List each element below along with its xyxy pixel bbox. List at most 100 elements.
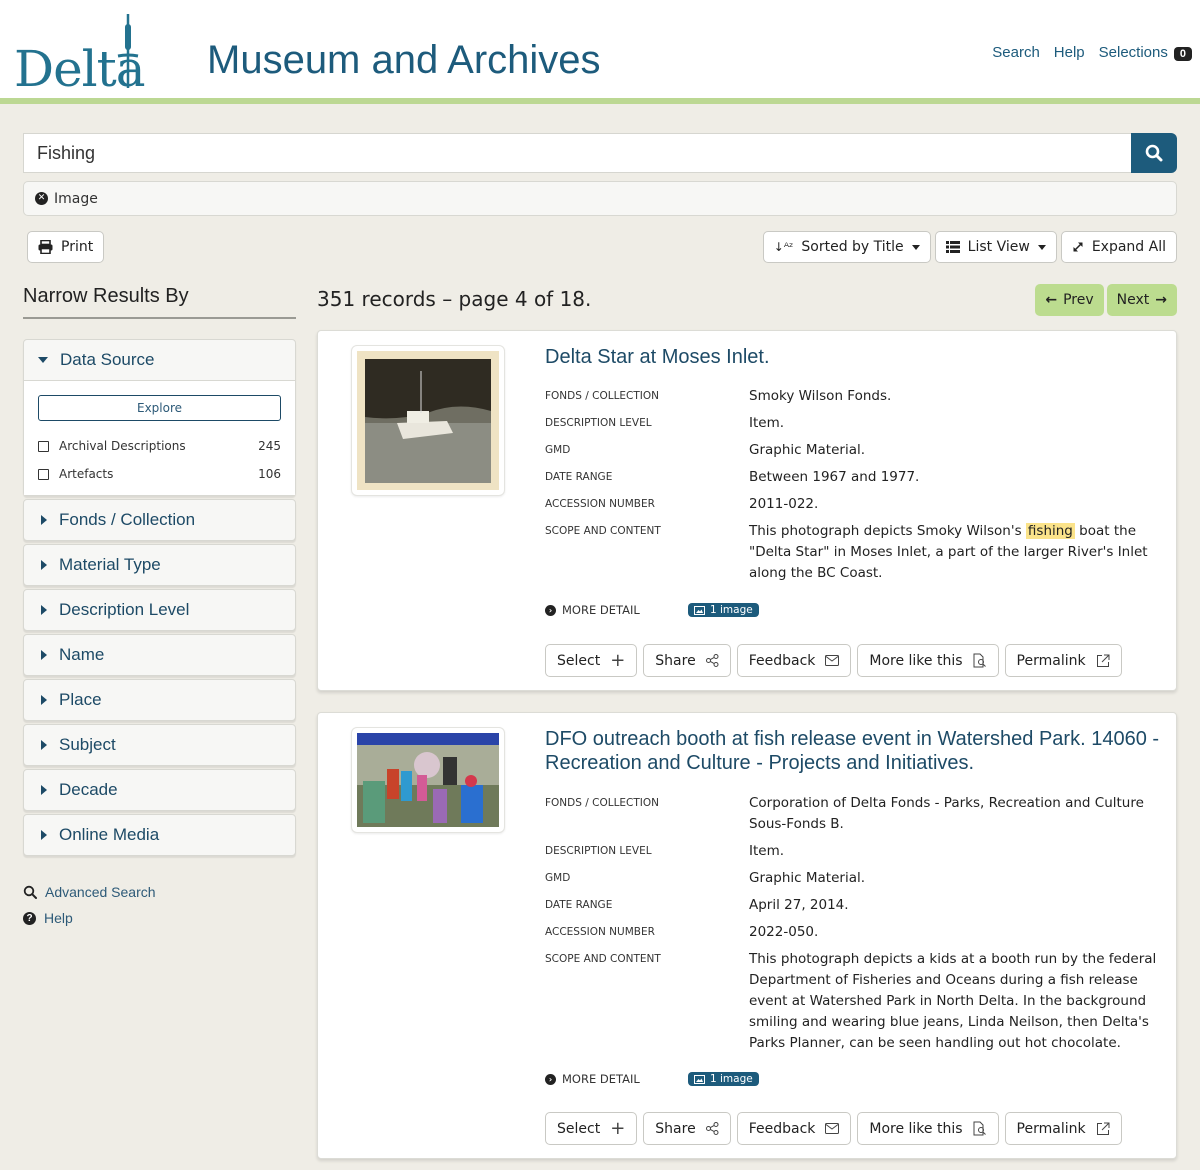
filter-chip-label: Image	[54, 190, 98, 207]
help-label: Help	[44, 910, 73, 926]
more-like-this-label: More like this	[869, 1120, 963, 1137]
record-field: GMD Graphic Material.	[545, 440, 1165, 461]
cattail-icon	[117, 14, 139, 88]
print-button[interactable]: Print	[27, 231, 105, 263]
feedback-button[interactable]: Feedback	[736, 644, 852, 677]
chevron-circle-right-icon: ›	[545, 604, 556, 616]
advanced-search-label: Advanced Search	[45, 884, 156, 900]
media-count-badge[interactable]: 1 image	[688, 603, 759, 617]
facet-option[interactable]: Artefacts 106	[38, 467, 281, 481]
facet-option-label: Artefacts	[59, 467, 114, 481]
advanced-search-link[interactable]: Advanced Search	[23, 884, 296, 900]
delta-logo[interactable]: Delta	[14, 14, 154, 98]
facet-toggle[interactable]: Subject	[24, 725, 295, 765]
search-input[interactable]	[23, 133, 1131, 173]
search-icon	[23, 885, 37, 899]
permalink-button[interactable]: Permalink	[1004, 644, 1122, 677]
media-count-label: 1 image	[710, 604, 753, 616]
record-field: Fonds / Collection Smoky Wilson Fonds.	[545, 386, 1165, 407]
media-count-badge[interactable]: 1 image	[688, 1072, 759, 1086]
facet-fonds-collection: Fonds / Collection	[23, 499, 296, 541]
record-fields: Fonds / Collection Smoky Wilson Fonds. De…	[545, 386, 1165, 590]
facet-toggle[interactable]: Name	[24, 635, 295, 675]
expand-all-button[interactable]: Expand All	[1060, 231, 1177, 263]
field-value: Between 1967 and 1977.	[749, 469, 920, 485]
facet-data-source: Data Source Explore Archival Description…	[23, 339, 296, 496]
envelope-icon	[825, 655, 840, 666]
facet-toggle[interactable]: Online Media	[24, 815, 295, 855]
field-value: 2022-050.	[749, 924, 819, 940]
prev-label: Prev	[1063, 292, 1094, 308]
record-title-link[interactable]: DFO outreach booth at fish release event…	[545, 727, 1165, 775]
field-value: This photograph depicts Smoky Wilson's f…	[749, 521, 1165, 584]
share-button[interactable]: Share	[643, 644, 731, 677]
field-label: GMD	[545, 872, 571, 884]
result-record: DFO outreach booth at fish release event…	[317, 712, 1177, 1159]
next-page-button[interactable]: Next →	[1106, 284, 1177, 316]
search-button[interactable]	[1131, 133, 1177, 173]
more-detail-toggle[interactable]: › MORE DETAIL	[545, 1072, 688, 1086]
record-thumbnail[interactable]	[351, 345, 505, 496]
facet-toggle[interactable]: Decade	[24, 770, 295, 810]
nav-search-link[interactable]: Search	[992, 44, 1040, 61]
field-value: April 27, 2014.	[749, 897, 849, 913]
help-link[interactable]: ? Help	[23, 910, 296, 926]
facet-label: Name	[59, 645, 105, 664]
record-field-scope: Scope and Content This photograph depicts…	[545, 521, 1165, 584]
caret-right-icon	[41, 785, 47, 795]
view-dropdown[interactable]: List View	[934, 231, 1057, 263]
field-value: Smoky Wilson Fonds.	[749, 388, 892, 404]
facet-label: Material Type	[59, 555, 161, 574]
sort-dropdown[interactable]: ↓ᴬᶻ Sorted by Title	[762, 231, 931, 263]
nav-help-link[interactable]: Help	[1054, 44, 1085, 61]
expand-all-label: Expand All	[1091, 239, 1166, 255]
feedback-label: Feedback	[748, 1120, 816, 1137]
top-nav: Search Help Selections 0	[992, 44, 1192, 61]
record-title-link[interactable]: Delta Star at Moses Inlet.	[545, 345, 1165, 369]
external-link-icon	[1096, 654, 1110, 667]
plus-icon: +	[610, 650, 626, 671]
record-field-scope: Scope and Content This photograph depicts…	[545, 949, 1165, 1054]
remove-filter-icon[interactable]: ✕	[35, 192, 48, 205]
share-button[interactable]: Share	[643, 1112, 731, 1145]
nav-selections-link[interactable]: Selections 0	[1099, 44, 1192, 61]
facet-toggle[interactable]: Place	[24, 680, 295, 720]
record-thumbnail[interactable]	[351, 727, 505, 833]
checkbox[interactable]	[38, 468, 49, 480]
media-count-label: 1 image	[710, 1073, 753, 1085]
explore-button[interactable]: Explore	[38, 395, 281, 421]
facet-description-level: Description Level	[23, 589, 296, 631]
more-like-this-button[interactable]: More like this	[857, 644, 999, 677]
prev-page-button[interactable]: ← Prev	[1035, 284, 1104, 316]
caret-down-icon	[911, 244, 920, 250]
facet-toggle-data-source[interactable]: Data Source	[24, 340, 295, 380]
field-label: GMD	[545, 444, 571, 456]
image-icon	[694, 1074, 705, 1084]
arrow-left-icon: ←	[1045, 292, 1058, 308]
facet-label: Decade	[59, 780, 118, 799]
facet-online-media: Online Media	[23, 814, 296, 856]
facet-place: Place	[23, 679, 296, 721]
arrow-right-icon: →	[1155, 292, 1167, 308]
external-link-icon	[1096, 1122, 1110, 1135]
feedback-button[interactable]: Feedback	[736, 1112, 852, 1145]
record-fields: Fonds / Collection Corporation of Delta F…	[545, 793, 1165, 1060]
select-button[interactable]: Select +	[545, 644, 638, 677]
select-button[interactable]: Select +	[545, 1112, 638, 1145]
permalink-button[interactable]: Permalink	[1004, 1112, 1122, 1145]
facet-toggle[interactable]: Fonds / Collection	[24, 500, 295, 540]
facet-option[interactable]: Archival Descriptions 245	[38, 439, 281, 453]
facet-label: Description Level	[59, 600, 190, 619]
filter-chip-image[interactable]: ✕ Image	[35, 191, 98, 207]
selections-label: Selections	[1098, 44, 1168, 61]
checkbox[interactable]	[38, 440, 49, 452]
record-actions: Select + Share Feedback More like this Pe…	[545, 644, 1122, 677]
more-like-this-button[interactable]: More like this	[857, 1112, 999, 1145]
facet-toggle[interactable]: Material Type	[24, 545, 295, 585]
record-field: Fonds / Collection Corporation of Delta F…	[545, 793, 1165, 835]
facet-toggle[interactable]: Description Level	[24, 590, 295, 630]
search-bar	[23, 133, 1177, 173]
facet-name: Name	[23, 634, 296, 676]
chevron-circle-right-icon: ›	[545, 1073, 556, 1085]
more-detail-toggle[interactable]: › MORE DETAIL	[545, 603, 688, 617]
